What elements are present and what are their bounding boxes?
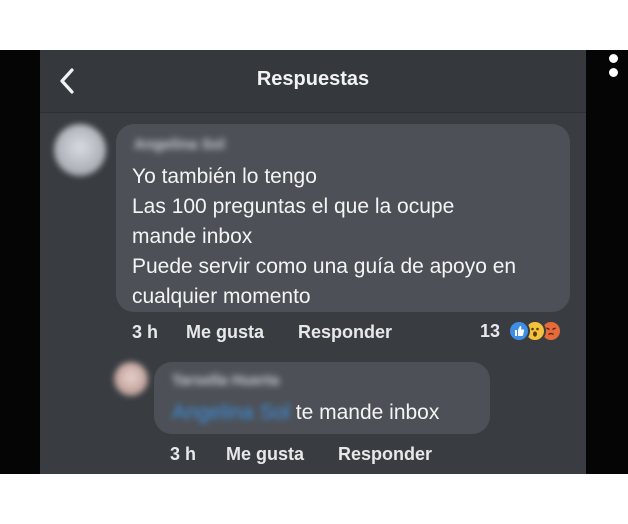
- reaction-count: 13: [480, 321, 501, 341]
- comment-text-line: cualquier momento: [132, 285, 311, 308]
- reply-button[interactable]: Responder: [298, 322, 392, 343]
- like-reaction-icon: [508, 320, 530, 342]
- reply-text-line: Angelina Sol te mande inbox: [172, 400, 439, 426]
- more-options-icon[interactable]: [606, 54, 620, 78]
- dot: [608, 68, 618, 77]
- comment-text-line: Yo también lo tengo: [132, 165, 317, 188]
- reply-timestamp: 3 h: [170, 444, 197, 464]
- like-button[interactable]: Me gusta: [186, 322, 264, 343]
- replies-screen: Respuestas Angelina Sol Yo también lo te…: [40, 50, 586, 474]
- comment-bubble: Angelina Sol Yo también lo tengo Las 100…: [116, 124, 570, 312]
- like-button[interactable]: Me gusta: [226, 444, 304, 465]
- comment-text-line: Las 100 preguntas el que la ocupe: [132, 195, 455, 218]
- comment-timestamp: 3 h: [132, 322, 159, 342]
- comment-text-line: Puede servir como una guía de apoyo en: [132, 255, 517, 278]
- reply-text: te mande inbox: [295, 401, 440, 424]
- reply-bubble: Tarsella Huerta Angelina Sol te mande in…: [154, 362, 490, 434]
- comment-author-name[interactable]: Angelina Sol: [134, 136, 225, 153]
- page-title: Respuestas: [256, 68, 370, 90]
- comment-text: Yo también lo tengo Las 100 preguntas el…: [132, 162, 560, 312]
- reply-button[interactable]: Responder: [338, 444, 432, 465]
- mention-link[interactable]: Angelina Sol: [172, 400, 290, 426]
- comment-text-line: mande inbox: [132, 225, 253, 248]
- reply-author-name[interactable]: Tarsella Huerta: [172, 372, 279, 389]
- reply-actions: 3 h Me gusta Responder: [170, 444, 470, 468]
- avatar[interactable]: [114, 362, 148, 396]
- header-bar: Respuestas: [40, 50, 586, 113]
- phone-frame: Respuestas Angelina Sol Yo también lo te…: [0, 50, 628, 474]
- reactions-summary[interactable]: 13: [480, 318, 576, 344]
- avatar[interactable]: [54, 124, 106, 176]
- dot: [608, 54, 618, 63]
